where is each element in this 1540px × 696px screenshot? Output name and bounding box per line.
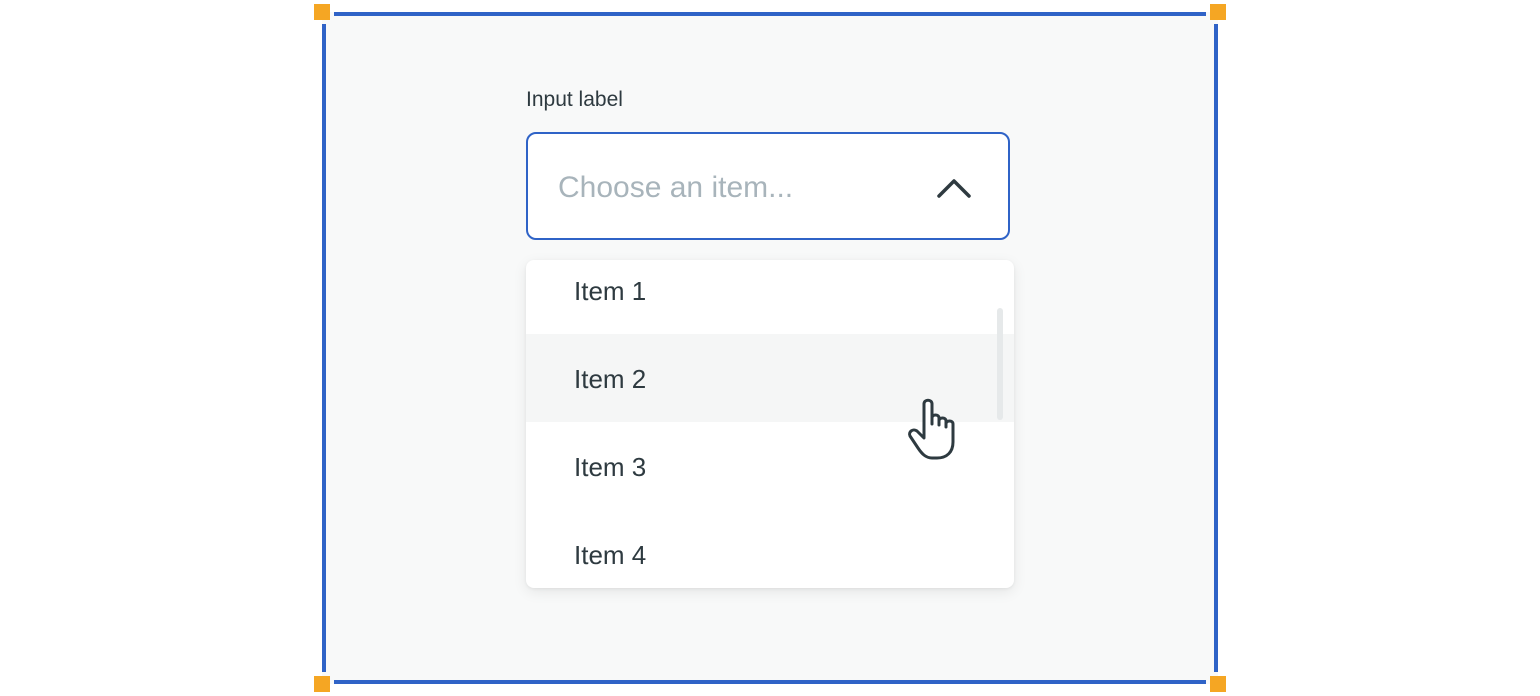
option-label: Item 3 xyxy=(574,452,647,482)
scrollbar-thumb[interactable] xyxy=(997,308,1003,420)
resize-handle-top-left[interactable] xyxy=(314,4,330,20)
option-label: Item 4 xyxy=(574,540,647,570)
chevron-up-icon[interactable] xyxy=(934,172,974,202)
option-label: Item 1 xyxy=(574,276,647,306)
field-label: Input label xyxy=(526,88,623,111)
option-label: Item 2 xyxy=(574,364,647,394)
dropdown-option[interactable]: Item 3 xyxy=(526,422,1014,510)
selection-frame-top-edge xyxy=(334,12,1206,16)
resize-handle-bottom-right[interactable] xyxy=(1210,676,1226,692)
select-placeholder: Choose an item... xyxy=(558,171,794,204)
dropdown-menu: Item 1 Item 2 Item 3 Item 4 xyxy=(526,260,1014,588)
selection-frame-bottom-edge xyxy=(334,680,1206,684)
canvas: Input label Choose an item... Item 1 Ite… xyxy=(0,0,1540,696)
selection-frame-right-edge xyxy=(1214,24,1218,672)
dropdown-option-hovered[interactable]: Item 2 xyxy=(526,334,1014,422)
select-dropdown[interactable]: Choose an item... xyxy=(526,132,1010,240)
selection-frame-left-edge xyxy=(322,24,326,672)
resize-handle-top-right[interactable] xyxy=(1210,4,1226,20)
dropdown-option[interactable]: Item 4 xyxy=(526,510,1014,588)
resize-handle-bottom-left[interactable] xyxy=(314,676,330,692)
dropdown-option[interactable]: Item 1 xyxy=(526,260,1014,334)
